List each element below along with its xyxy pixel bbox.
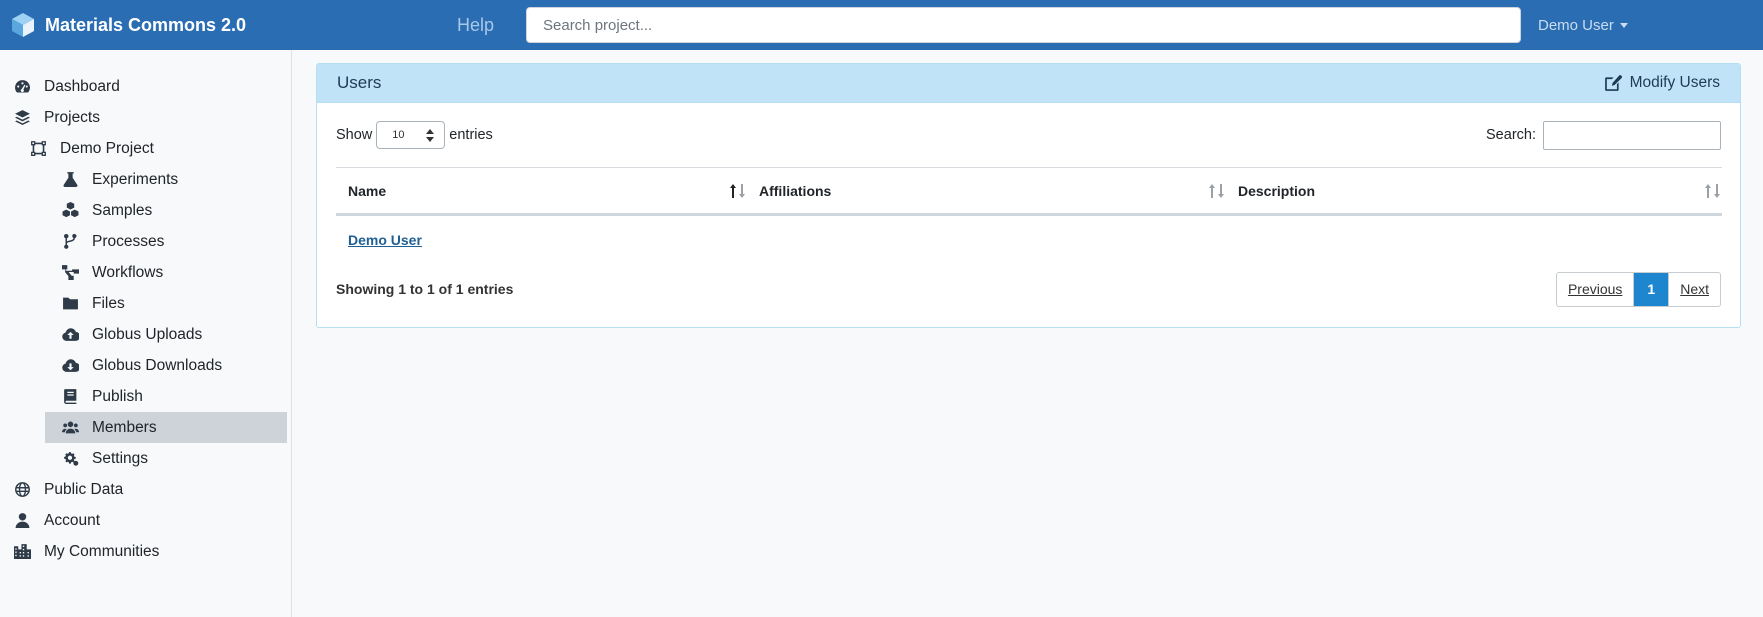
user-menu-label: Demo User — [1538, 16, 1614, 34]
folder-icon — [61, 295, 79, 313]
sidebar-item-label: Processes — [92, 232, 165, 250]
sidebar-item-label: Public Data — [44, 480, 124, 498]
sidebar-item-label: Publish — [92, 387, 143, 405]
sidebar-item-label: Files — [92, 294, 125, 312]
user-link[interactable]: Demo User — [348, 232, 422, 248]
brand[interactable]: Materials Commons 2.0 — [10, 12, 440, 38]
entries-select[interactable]: 10 — [376, 121, 446, 149]
card-body: Show 10 entries Search: Name Affiliation… — [317, 103, 1740, 312]
table-search-input[interactable] — [1543, 120, 1721, 150]
card-header: Users Modify Users — [317, 64, 1740, 103]
sidebar-item-label: Demo Project — [60, 139, 154, 157]
brand-name: Materials Commons 2.0 — [45, 14, 247, 35]
sidebar-item-processes[interactable]: Processes — [0, 226, 291, 257]
modify-users-label: Modify Users — [1629, 74, 1720, 91]
sidebar: Dashboard Projects Demo Project Experime… — [0, 50, 292, 617]
sidebar-item-demo-project[interactable]: Demo Project — [0, 133, 291, 164]
cubes-icon — [61, 202, 79, 220]
sidebar-item-globus-downloads[interactable]: Globus Downloads — [0, 350, 291, 381]
column-header-description[interactable]: Description — [1226, 167, 1722, 216]
search-label: Search: — [1486, 127, 1536, 143]
sidebar-item-label: Experiments — [92, 170, 179, 188]
select-arrows-icon — [426, 129, 435, 142]
top-navbar: Materials Commons 2.0 Help Demo User — [0, 0, 1763, 50]
pagination-next[interactable]: Next — [1668, 272, 1720, 306]
sidebar-item-label: Projects — [44, 108, 100, 126]
table-row: Demo User — [336, 215, 1722, 264]
sidebar-item-settings[interactable]: Settings — [0, 443, 291, 474]
dashboard-icon — [13, 78, 31, 96]
sidebar-item-label: Globus Uploads — [92, 325, 203, 343]
help-link[interactable]: Help — [457, 15, 526, 36]
sidebar-item-label: My Communities — [44, 542, 160, 560]
cell-affiliations — [747, 215, 1226, 264]
table-info: Showing 1 to 1 of 1 entries — [336, 281, 514, 297]
sidebar-item-members[interactable]: Members — [0, 412, 291, 443]
sidebar-item-label: Account — [44, 511, 101, 529]
users-icon — [61, 419, 79, 437]
user-icon — [13, 512, 31, 530]
sidebar-item-my-communities[interactable]: My Communities — [0, 536, 291, 567]
table-header-row: Name Affiliations Description — [336, 167, 1722, 216]
sidebar-item-dashboard[interactable]: Dashboard — [0, 71, 291, 102]
sidebar-item-files[interactable]: Files — [0, 288, 291, 319]
card-title: Users — [337, 73, 382, 92]
page-length-control: Show 10 entries — [336, 121, 493, 149]
sidebar-item-public-data[interactable]: Public Data — [0, 474, 291, 505]
sidebar-item-label: Dashboard — [44, 77, 120, 95]
cloud-download-icon — [61, 357, 79, 375]
cell-description — [1226, 215, 1722, 264]
sidebar-item-samples[interactable]: Samples — [0, 195, 291, 226]
sidebar-item-label: Workflows — [92, 263, 164, 281]
project-icon — [29, 140, 47, 158]
globe-icon — [13, 481, 31, 499]
cloud-upload-icon — [61, 326, 79, 344]
cell-name: Demo User — [336, 215, 747, 264]
flask-icon — [61, 171, 79, 189]
entries-value: 10 — [392, 129, 405, 141]
sidebar-item-label: Settings — [92, 449, 149, 467]
caret-down-icon — [1619, 22, 1628, 28]
users-card: Users Modify Users Show 10 entries Searc… — [316, 63, 1741, 328]
layers-icon — [13, 109, 31, 127]
sidebar-item-label: Members — [92, 418, 157, 436]
sort-icon — [1705, 184, 1720, 198]
pagination-previous[interactable]: Previous — [1557, 272, 1635, 306]
sort-icon — [1209, 184, 1224, 198]
workflow-icon — [61, 264, 79, 282]
sidebar-item-workflows[interactable]: Workflows — [0, 257, 291, 288]
sidebar-item-account[interactable]: Account — [0, 505, 291, 536]
edit-icon — [1604, 75, 1622, 91]
sidebar-item-globus-uploads[interactable]: Globus Uploads — [0, 319, 291, 350]
sidebar-item-label: Samples — [92, 201, 153, 219]
entries-label: entries — [449, 127, 493, 143]
show-label: Show — [336, 127, 373, 143]
pagination: Previous 1 Next — [1555, 271, 1721, 307]
sidebar-item-publish[interactable]: Publish — [0, 381, 291, 412]
table-search: Search: — [1486, 120, 1721, 150]
column-header-name[interactable]: Name — [336, 167, 747, 216]
modify-users-button[interactable]: Modify Users — [1604, 74, 1720, 92]
user-menu[interactable]: Demo User — [1538, 17, 1628, 34]
column-header-affiliations[interactable]: Affiliations — [747, 167, 1226, 216]
sidebar-item-label: Globus Downloads — [92, 356, 223, 374]
sidebar-item-experiments[interactable]: Experiments — [0, 164, 291, 195]
users-table: Name Affiliations Description Demo User — [336, 167, 1722, 264]
project-search-input[interactable] — [526, 7, 1521, 43]
book-icon — [61, 388, 79, 406]
sidebar-item-projects[interactable]: Projects — [0, 102, 291, 133]
table-footer: Showing 1 to 1 of 1 entries Previous 1 N… — [336, 267, 1721, 312]
cube-logo-icon — [12, 13, 34, 37]
cogs-icon — [61, 450, 79, 468]
table-controls: Show 10 entries Search: — [336, 103, 1721, 167]
pagination-page-1[interactable]: 1 — [1634, 272, 1669, 306]
sort-ascending-icon — [730, 184, 745, 198]
city-icon — [13, 543, 31, 561]
code-branch-icon — [61, 233, 79, 251]
